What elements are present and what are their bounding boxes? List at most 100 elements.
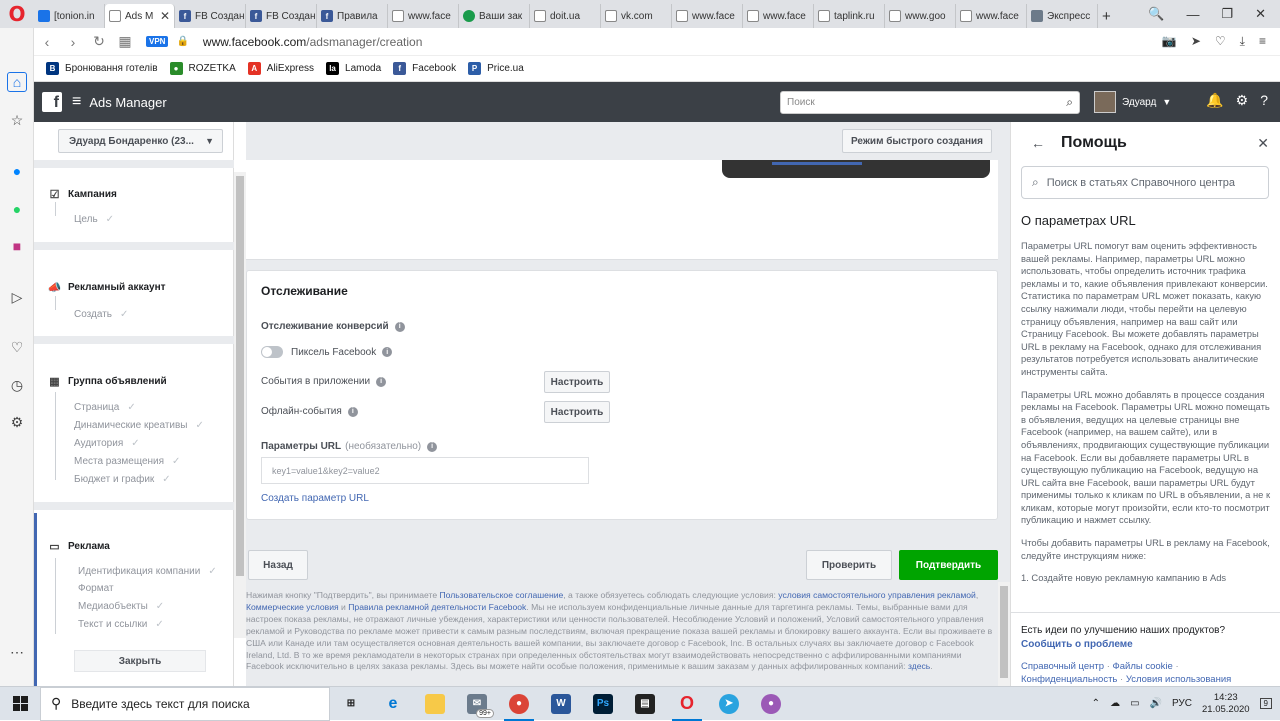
telegram-icon[interactable]: ➤	[708, 687, 750, 721]
volume-icon[interactable]: 🔊	[1150, 698, 1162, 709]
center-scrollbar[interactable]	[998, 582, 1010, 686]
more-icon[interactable]: ⋯	[7, 642, 27, 662]
bookmark-icon[interactable]: ☆	[7, 110, 27, 130]
quick-creation-mode-button[interactable]: Режим быстрого создания	[842, 129, 992, 153]
minimize-icon[interactable]: —	[1186, 7, 1199, 22]
url-params-input[interactable]: key1=value1&key2=value2	[261, 457, 589, 484]
settings-icon[interactable]: ⚙	[7, 412, 27, 432]
configure-offline-events-button[interactable]: Настроить	[544, 401, 610, 423]
info-icon[interactable]: i	[376, 376, 387, 387]
language-indicator[interactable]: РУС	[1172, 698, 1192, 709]
back-icon[interactable]: ‹	[34, 34, 60, 50]
browser-tab[interactable]: f FB Создани	[175, 4, 246, 28]
browser-tab[interactable]: www.face	[672, 4, 743, 28]
user-agreement-link[interactable]: Пользовательское соглашение	[440, 590, 564, 600]
tabs-grid-icon[interactable]: ▦	[112, 33, 138, 50]
video-player[interactable]	[722, 160, 990, 178]
confirm-button[interactable]: Подтвердить	[899, 550, 998, 580]
send-icon[interactable]: ➤	[1191, 34, 1201, 49]
review-button[interactable]: Проверить	[806, 550, 892, 580]
nav-item-dynamic-creative[interactable]: Динамические креативы ✓	[74, 420, 204, 431]
browser-tab[interactable]: www.goo	[885, 4, 956, 28]
photoshop-icon[interactable]: Ps	[582, 687, 624, 721]
chevron-up-icon[interactable]: ⌃	[1092, 698, 1100, 709]
vpn-badge[interactable]: VPN	[146, 36, 169, 47]
browser-tab[interactable]: www.face	[743, 4, 814, 28]
messenger-icon[interactable]: ●	[7, 161, 27, 181]
facebook-logo-icon[interactable]: f	[42, 92, 62, 112]
browser-tab[interactable]: taplink.ru	[814, 4, 885, 28]
nav-item-placements[interactable]: Места размещения ✓	[74, 456, 180, 467]
close-tab-icon[interactable]: ✕	[160, 9, 170, 23]
nav-section-ad[interactable]: ▭ Реклама	[48, 540, 110, 553]
cookies-link[interactable]: Файлы cookie	[1113, 661, 1173, 672]
privacy-link[interactable]: Конфиденциальность	[1021, 674, 1117, 685]
info-icon[interactable]: i	[382, 347, 393, 357]
info-icon[interactable]: i	[427, 441, 438, 452]
header-search-input[interactable]: Поиск ⌕	[780, 91, 1080, 114]
tab-search-icon[interactable]: 🔍	[1148, 6, 1164, 22]
self-serve-terms-link[interactable]: условия самостоятельного управления рекл…	[778, 590, 976, 600]
nav-section-ad-account[interactable]: 📣 Рекламный аккаунт	[48, 281, 166, 294]
whatsapp-icon[interactable]: ●	[7, 199, 27, 219]
info-icon[interactable]: i	[394, 321, 405, 332]
create-url-param-link[interactable]: Создать параметр URL	[261, 493, 369, 504]
nav-item-text-links[interactable]: Текст и ссылки ✓	[78, 619, 164, 630]
browser-tab[interactable]: www.face	[388, 4, 459, 28]
mail-icon[interactable]: ✉ 99+	[456, 687, 498, 721]
report-problem-link[interactable]: Сообщить о проблеме	[1021, 639, 1133, 650]
back-button[interactable]: Назад	[248, 550, 308, 580]
nav-item-page[interactable]: Страница ✓	[74, 402, 136, 413]
opera-menu-icon[interactable]: O	[0, 0, 34, 28]
nav-section-ad-set[interactable]: ▦ Группа объявлений	[48, 375, 166, 388]
video-editor-icon[interactable]: ▤	[624, 687, 666, 721]
new-tab-button[interactable]: +	[1098, 4, 1115, 28]
menu-icon[interactable]: ≡	[1259, 34, 1266, 49]
url-field[interactable]: www.facebook.com/adsmanager/creation	[203, 35, 422, 49]
user-menu[interactable]: Эдуард ▼	[1094, 91, 1171, 113]
user-name[interactable]: Эдуард	[1122, 97, 1156, 108]
bookmark-item[interactable]: f Facebook	[393, 62, 456, 75]
nav-item-goal[interactable]: Цель ✓	[74, 214, 114, 225]
forward-icon[interactable]: ›	[60, 34, 86, 50]
here-link[interactable]: здесь	[908, 661, 930, 671]
search-icon[interactable]: ⌕	[1066, 95, 1073, 110]
reload-icon[interactable]: ↻	[86, 33, 112, 50]
back-arrow-icon[interactable]: ←	[1031, 135, 1045, 151]
nav-item-identity[interactable]: Идентификация компании ✓	[78, 566, 217, 577]
cloud-icon[interactable]: ☁	[1110, 698, 1120, 709]
lock-icon[interactable]: 🔒	[176, 36, 188, 47]
chrome-icon[interactable]: ●	[498, 687, 540, 721]
restore-icon[interactable]: ❐	[1221, 6, 1233, 22]
camera-icon[interactable]: 📷	[1162, 34, 1177, 49]
browser-tab[interactable]: Ads M ✕	[105, 4, 175, 28]
browser-tab[interactable]: vk.com	[601, 4, 672, 28]
help-center-link[interactable]: Справочный центр	[1021, 661, 1104, 672]
notification-center-icon[interactable]: 9	[1259, 698, 1272, 709]
task-view-icon[interactable]: ⊞	[330, 687, 372, 721]
browser-tab[interactable]: doit.ua	[530, 4, 601, 28]
nav-item-format[interactable]: Формат	[78, 583, 114, 594]
nav-item-budget[interactable]: Бюджет и график ✓	[74, 474, 171, 485]
bookmark-item[interactable]: ● ROZETKA	[169, 62, 236, 75]
ad-policies-link[interactable]: Правила рекламной деятельности Facebook	[348, 602, 526, 612]
close-icon[interactable]: ✕	[1257, 135, 1269, 152]
heart-sidebar-icon[interactable]: ♡	[7, 337, 27, 357]
nav-item-media[interactable]: Медиаобъекты ✓	[78, 601, 164, 612]
info-icon[interactable]: i	[347, 406, 358, 417]
instagram-icon[interactable]: ■	[7, 236, 27, 256]
download-icon[interactable]: ⤓	[1240, 34, 1245, 49]
browser-tab[interactable]: f Правила	[317, 4, 388, 28]
bookmark-item[interactable]: P Price.ua	[468, 62, 524, 75]
browser-tab[interactable]: Экспресс	[1027, 4, 1098, 28]
clock[interactable]: 14:23 21.05.2020	[1202, 692, 1250, 716]
gear-icon[interactable]: ⚙	[1236, 92, 1249, 109]
left-scrollbar[interactable]	[234, 172, 246, 638]
account-selector[interactable]: Эдуард Бондаренко (23... ▼	[58, 129, 223, 153]
terms-link[interactable]: Условия использования	[1126, 674, 1231, 685]
taskbar-search-input[interactable]: ⚲ Введите здесь текст для поиска	[40, 686, 330, 721]
bookmark-item[interactable]: B Бронювання готелів	[46, 62, 158, 75]
file-explorer-icon[interactable]	[414, 687, 456, 721]
configure-app-events-button[interactable]: Настроить	[544, 371, 610, 393]
nav-section-campaign[interactable]: ☑ Кампания	[48, 188, 117, 201]
